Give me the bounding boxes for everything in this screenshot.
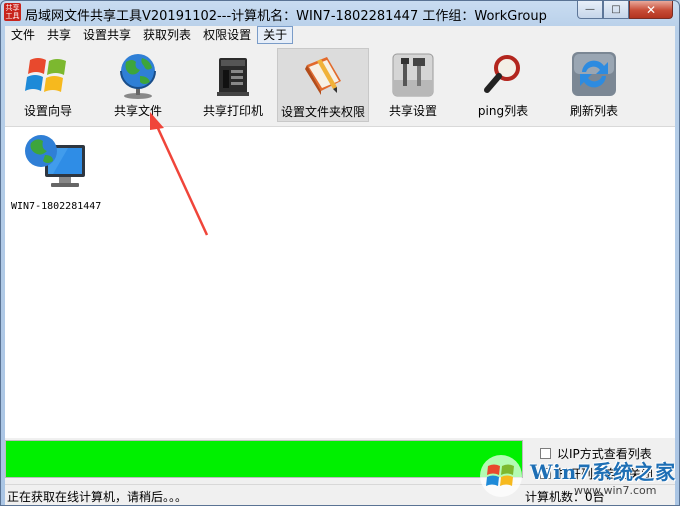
maximize-button[interactable]: □ bbox=[603, 1, 629, 19]
refresh-icon bbox=[572, 52, 616, 96]
toolbar: 设置向导 共享文件 共享打印机 设置文件夹权限 共享设置 ping列表 刷新列表 bbox=[5, 44, 675, 127]
menu-file[interactable]: 文件 bbox=[5, 26, 41, 44]
share-printer-label: 共享打印机 bbox=[202, 104, 263, 118]
windows-logo-icon bbox=[25, 58, 66, 92]
caption-buttons: — □ ✕ bbox=[577, 1, 673, 20]
menu-get-list[interactable]: 获取列表 bbox=[137, 26, 197, 44]
app-logo: 共享工具 bbox=[4, 3, 21, 21]
share-settings-label: 共享设置 bbox=[388, 104, 437, 118]
network-computer-icon bbox=[25, 135, 85, 187]
globe-icon bbox=[120, 54, 156, 99]
close-button[interactable]: ✕ bbox=[629, 1, 673, 19]
setup-wizard-button[interactable]: 设置向导 bbox=[5, 48, 91, 122]
tools-icon bbox=[392, 53, 434, 97]
status-text: 正在获取在线计算机，请稍后。。。 bbox=[7, 490, 188, 504]
computer-item[interactable]: WIN7-1802281447 bbox=[11, 131, 101, 215]
ping-list-label: ping列表 bbox=[477, 104, 529, 118]
menu-share[interactable]: 共享 bbox=[41, 26, 77, 44]
share-printer-button[interactable]: 共享打印机 bbox=[190, 48, 276, 122]
folder-permissions-button[interactable]: 设置文件夹权限 bbox=[277, 48, 369, 122]
ip-view-option[interactable]: 以IP方式查看列表 bbox=[540, 445, 652, 462]
folder-permissions-label: 设置文件夹权限 bbox=[280, 105, 365, 119]
menu-about[interactable]: 关于 bbox=[257, 26, 294, 44]
computer-count: 计算机数：0台 bbox=[525, 490, 605, 504]
minimize-icon: — bbox=[585, 4, 595, 15]
progress-fill bbox=[6, 441, 522, 477]
ping-list-button[interactable]: ping列表 bbox=[460, 48, 546, 122]
auto-close-checkbox[interactable] bbox=[540, 468, 551, 479]
printer-server-icon bbox=[217, 58, 249, 96]
close-icon: ✕ bbox=[645, 2, 657, 17]
ip-view-label: 以IP方式查看列表 bbox=[557, 447, 652, 461]
computer-list[interactable]: WIN7-1802281447 bbox=[5, 127, 675, 438]
menu-bar: 文件 共享 设置共享 获取列表 权限设置 关于 bbox=[5, 26, 675, 44]
refresh-list-label: 刷新列表 bbox=[569, 104, 618, 118]
bottom-panel: 以IP方式查看列表 打开列表自动关闭 bbox=[5, 438, 675, 484]
title-bar: 共享工具 局域网文件共享工具V20191102---计算机名：WIN7-1802… bbox=[1, 1, 679, 25]
auto-close-label: 打开列表自动关闭 bbox=[557, 467, 654, 481]
share-settings-button[interactable]: 共享设置 bbox=[370, 48, 456, 122]
menu-permissions[interactable]: 权限设置 bbox=[197, 26, 257, 44]
menu-set-share[interactable]: 设置共享 bbox=[77, 26, 137, 44]
maximize-icon: □ bbox=[611, 4, 621, 15]
computer-name: WIN7-1802281447 bbox=[11, 201, 102, 212]
app-logo-text: 共享工具 bbox=[5, 4, 20, 20]
share-files-button[interactable]: 共享文件 bbox=[95, 48, 181, 122]
ip-view-checkbox[interactable] bbox=[540, 448, 551, 459]
magnifier-icon bbox=[484, 55, 520, 93]
book-pencil-icon bbox=[305, 57, 341, 95]
status-bar: 正在获取在线计算机，请稍后。。。 计算机数：0台 bbox=[5, 484, 675, 505]
app-window: 共享工具 局域网文件共享工具V20191102---计算机名：WIN7-1802… bbox=[0, 0, 680, 506]
window-title: 局域网文件共享工具V20191102---计算机名：WIN7-180228144… bbox=[25, 9, 547, 24]
share-files-label: 共享文件 bbox=[113, 104, 162, 118]
auto-close-option[interactable]: 打开列表自动关闭 bbox=[540, 465, 653, 482]
progress-bar bbox=[5, 440, 523, 478]
minimize-button[interactable]: — bbox=[577, 1, 603, 19]
refresh-list-button[interactable]: 刷新列表 bbox=[551, 48, 637, 122]
setup-wizard-label: 设置向导 bbox=[23, 104, 72, 118]
